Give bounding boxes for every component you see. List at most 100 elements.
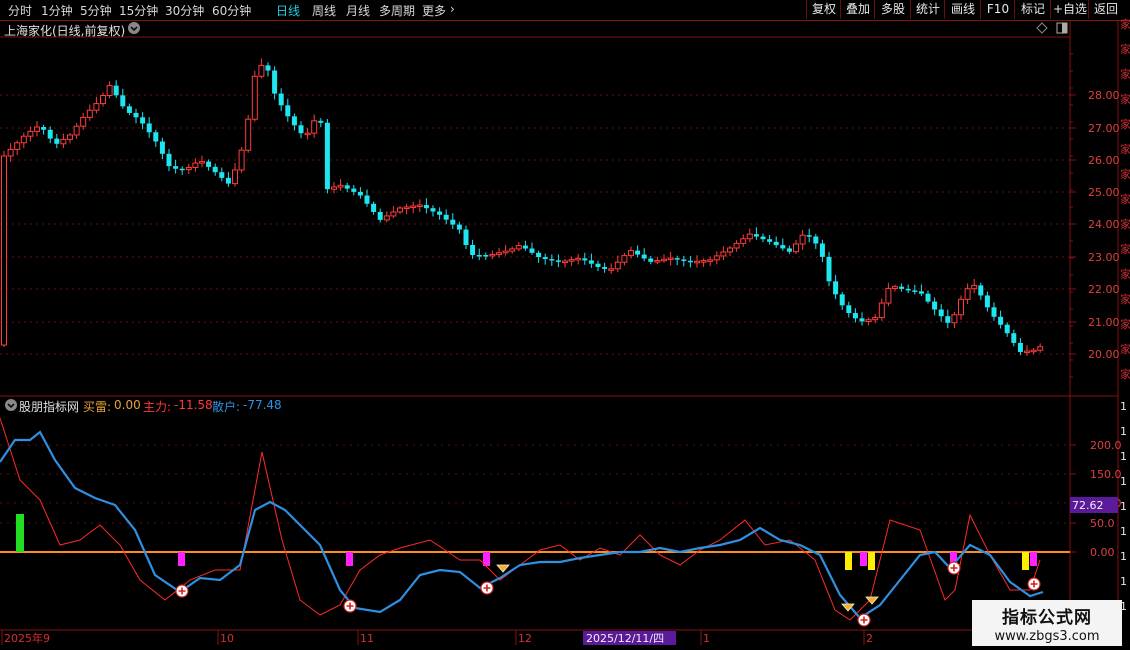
candle-up-body [100, 95, 106, 105]
watermark-title: 指标公式网 [1002, 608, 1092, 628]
title-dropdown-icon[interactable] [127, 21, 141, 38]
magenta-signal-bar [178, 552, 185, 566]
side-panel-glyph: 家 [1120, 167, 1130, 181]
candle-up-body [700, 260, 707, 263]
candle-down-body [905, 288, 911, 291]
buy-value: 0.00 [114, 398, 141, 412]
candle-up-body [720, 251, 727, 257]
candle-up-body [1, 155, 7, 346]
candlestick-layer [1, 58, 1044, 356]
candle-down-body [555, 260, 561, 262]
candle-up-body [397, 207, 403, 213]
yellow-signal-bar [845, 552, 852, 570]
candle-down-body [595, 263, 601, 267]
candle-up-body [568, 259, 575, 262]
candle-up-body [614, 261, 621, 270]
candle-down-body [536, 252, 542, 258]
candle-up-body [192, 162, 199, 168]
candle-down-body [899, 286, 905, 289]
candle-down-body [529, 248, 535, 253]
candle-down-body [582, 258, 588, 261]
candle-down-body [357, 191, 363, 196]
candle-up-body [502, 250, 509, 254]
candle-up-body [403, 206, 410, 210]
time-axis-label: 2 [866, 632, 873, 645]
candle-down-body [641, 254, 647, 259]
candle-down-body [648, 258, 654, 262]
side-panel-glyph: 家 [1120, 192, 1130, 206]
candle-up-body [60, 138, 67, 145]
side-panel-glyph: 家 [1120, 317, 1130, 331]
side-panel-glyph: 家 [1120, 367, 1130, 381]
candle-down-body [813, 236, 819, 244]
retail-value: -77.48 [243, 398, 282, 412]
candle-up-body [562, 260, 568, 263]
candle-down-body [760, 236, 766, 240]
candle-up-body [872, 317, 879, 321]
diamond-icon[interactable] [1036, 22, 1048, 37]
candle-up-body [964, 288, 971, 300]
watermark: 指标公式网 www.zbgs3.com [972, 600, 1122, 646]
retail-label: 散户: [212, 400, 241, 414]
cursor-date-label: 2025/12/11/四 [586, 632, 664, 645]
candle-down-body [476, 255, 482, 257]
candle-down-body [1017, 342, 1023, 352]
candle-up-body [1030, 349, 1037, 353]
candle-up-body [707, 259, 714, 262]
candle-up-body [694, 260, 700, 264]
price-level-label: 20.00 [1088, 348, 1120, 361]
candle-up-body [654, 260, 661, 263]
grid-layer [0, 20, 1119, 631]
window-toggle-icon[interactable] [1056, 22, 1068, 37]
candle-down-body [463, 229, 469, 245]
candle-down-body [133, 112, 139, 118]
candle-up-body [14, 142, 21, 150]
candle-down-body [984, 295, 990, 308]
candle-up-body [951, 314, 958, 324]
side-panel-glyph: 家 [1120, 42, 1130, 56]
candle-down-body [443, 214, 449, 220]
side-panel-glyph: 家 [1120, 342, 1130, 356]
candle-down-body [773, 241, 779, 246]
candle-down-body [635, 250, 641, 255]
candle-up-body [304, 132, 311, 136]
candle-down-body [206, 161, 212, 167]
time-axis-label: 10 [220, 632, 234, 645]
side-panel-glyph: 家 [1120, 92, 1130, 106]
candle-down-body [674, 258, 680, 260]
candle-up-body [232, 169, 238, 185]
candle-down-body [225, 177, 231, 184]
candle-down-body [278, 93, 284, 106]
candle-down-body [272, 70, 278, 94]
side-panel-glyph: 1 [1120, 400, 1127, 413]
candle-up-body [410, 205, 417, 209]
candle-up-body [713, 255, 720, 261]
candle-down-body [344, 185, 350, 189]
side-panel-glyph: 1 [1120, 475, 1127, 488]
candle-down-body [687, 260, 693, 263]
candle-up-body [86, 109, 93, 118]
candle-up-body [73, 125, 80, 136]
side-panel-glyph: 1 [1120, 525, 1127, 538]
candle-down-body [483, 255, 489, 257]
candle-up-body [80, 116, 87, 127]
candle-up-body [7, 148, 14, 157]
indicator-dropdown-icon[interactable] [4, 398, 18, 415]
candle-down-body [681, 259, 687, 261]
candle-down-body [351, 188, 357, 192]
candle-up-body [331, 186, 337, 190]
candle-up-body [185, 166, 192, 171]
candle-down-body [588, 260, 594, 264]
price-level-label: 28.00 [1088, 89, 1120, 102]
side-panel-glyph: 家 [1120, 267, 1130, 281]
watermark-url: www.zbgs3.com [994, 629, 1100, 644]
candle-down-body [846, 305, 852, 314]
candle-up-body [661, 258, 667, 262]
diamond-signal-icon [496, 564, 510, 573]
candle-down-body [859, 318, 865, 322]
candle-down-body [780, 245, 786, 249]
candle-down-body [212, 166, 218, 173]
price-level-label: 21.00 [1088, 316, 1120, 329]
candle-down-body [826, 256, 832, 282]
candle-down-body [120, 95, 126, 107]
